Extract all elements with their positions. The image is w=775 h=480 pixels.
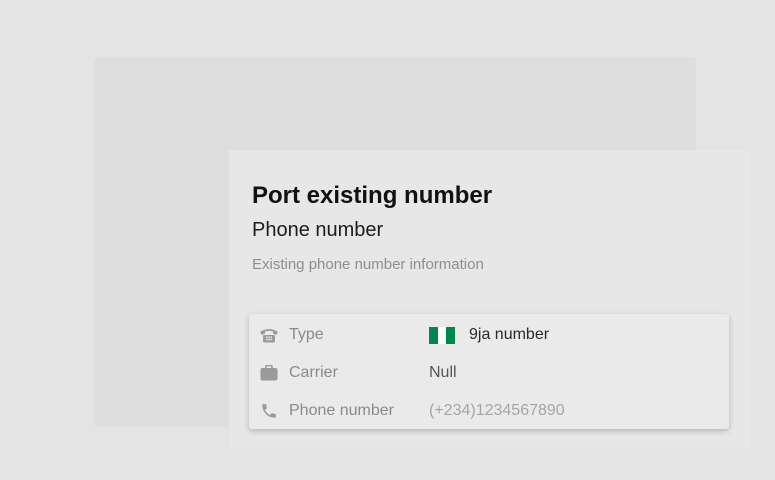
phone-handset-icon <box>259 402 279 420</box>
info-row-type: Type 9ja number <box>249 316 729 354</box>
phone-number-value: (+234)1234567890 <box>429 402 565 419</box>
type-label: Type <box>289 326 324 343</box>
carrier-value: Null <box>429 364 457 381</box>
modal-backdrop: Port existing number Phone number Existi… <box>94 57 749 448</box>
telephone-icon <box>259 326 279 344</box>
port-number-panel: Port existing number Phone number Existi… <box>229 150 749 448</box>
info-row-carrier: Carrier Null <box>249 354 729 392</box>
type-value: 9ja number <box>429 326 549 344</box>
carrier-label: Carrier <box>289 364 338 381</box>
section-description: Existing phone number information <box>252 256 484 273</box>
section-title: Phone number <box>252 219 384 241</box>
briefcase-icon <box>259 364 279 382</box>
type-value-text: 9ja number <box>469 326 550 343</box>
nigeria-flag-icon <box>429 326 456 344</box>
phone-info-card: Type 9ja number Carrier Null Phone numbe… <box>249 314 729 429</box>
phone-number-label: Phone number <box>289 402 394 419</box>
info-row-phone-number: Phone number (+234)1234567890 <box>249 392 729 430</box>
page-title: Port existing number <box>252 182 493 209</box>
